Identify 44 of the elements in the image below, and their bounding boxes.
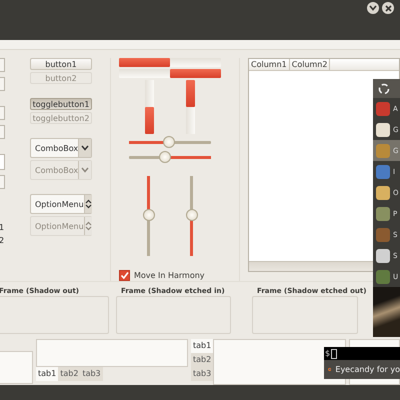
horizontal-slider[interactable] [129, 136, 211, 149]
slider-thumb[interactable] [158, 151, 171, 163]
up-down-caret-icon [84, 199, 92, 209]
notification-text: Eyecandy for yo [335, 365, 400, 374]
close-icon [384, 4, 392, 12]
tab[interactable]: tab2 [58, 367, 80, 381]
chevron-down-icon [369, 5, 377, 11]
text-cursor [331, 348, 338, 358]
slider-thumb[interactable] [142, 209, 154, 221]
tab[interactable]: tab1 [36, 367, 58, 381]
up-down-caret-icon [84, 221, 92, 231]
terminal-prompt: $ [325, 349, 330, 358]
checkmark-icon [120, 271, 129, 280]
slider-thumb[interactable] [163, 136, 175, 148]
caret-down-icon [81, 145, 90, 151]
photo-placeholder [373, 287, 400, 337]
combo-box[interactable]: ComboBox [30, 138, 92, 158]
entry-edge[interactable] [0, 154, 5, 170]
checkbox[interactable] [119, 270, 130, 281]
column-header[interactable]: Column1 [249, 59, 290, 70]
minimize-button[interactable] [367, 2, 379, 14]
checkbox-edge[interactable] [0, 77, 5, 91]
tab[interactable]: tab3 [191, 367, 214, 381]
checkbox-edge[interactable] [0, 58, 5, 72]
option-menu[interactable]: OptionMenu [30, 194, 92, 214]
column-header[interactable]: Column2 [290, 59, 330, 70]
horizontal-slider[interactable] [129, 151, 211, 164]
vertical-slider[interactable] [186, 176, 198, 256]
ring-logo-icon [377, 82, 391, 96]
checkbox-label: Move In Harmony [134, 271, 205, 280]
tab[interactable]: tab2 [191, 353, 214, 367]
spin-value: 1 [0, 224, 4, 232]
radio-edge[interactable] [0, 106, 5, 120]
push-button[interactable]: button1 [30, 58, 92, 70]
tab[interactable]: tab1 [191, 339, 214, 353]
toggle-button[interactable]: togglebutton1 [30, 98, 92, 110]
caret-down-icon [81, 167, 90, 173]
entry-edge[interactable] [0, 175, 5, 189]
close-button[interactable] [382, 2, 394, 14]
slider-thumb[interactable] [186, 209, 198, 221]
vertical-slider[interactable] [142, 176, 154, 256]
notebook-page [0, 351, 33, 384]
radio-edge[interactable] [0, 125, 5, 139]
tab[interactable]: tab3 [80, 367, 103, 381]
